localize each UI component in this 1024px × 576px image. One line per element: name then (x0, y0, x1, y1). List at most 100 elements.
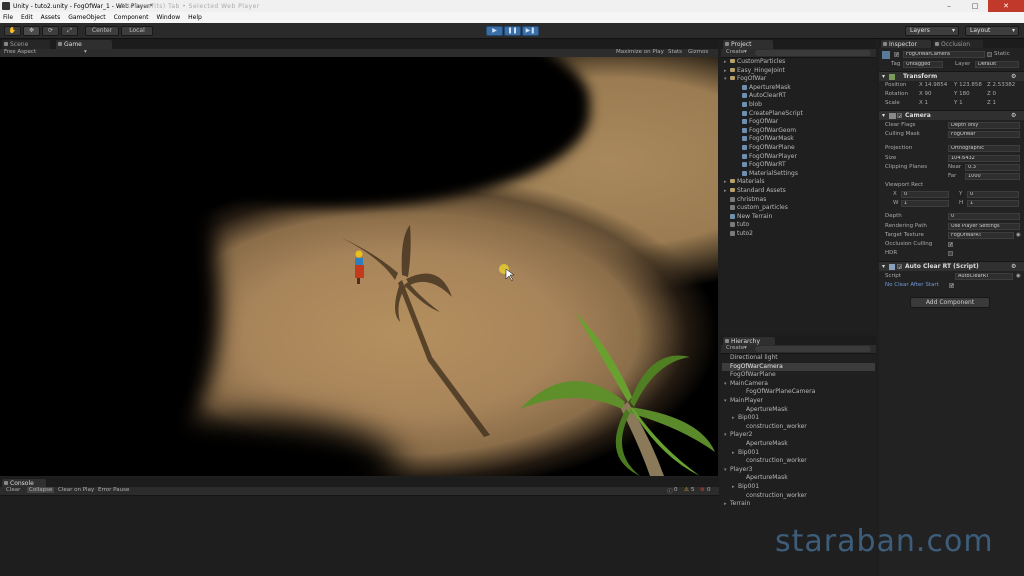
scale-y[interactable]: Y 1 (954, 99, 963, 108)
scale-z[interactable]: Z 1 (987, 99, 996, 108)
script-gear-icon[interactable]: ⚙ (1011, 262, 1016, 272)
camera-header[interactable]: ▾ Camera ⚙ (879, 110, 1024, 122)
move-tool-button[interactable]: ✥ (23, 26, 40, 36)
space-toggle[interactable]: Local (121, 26, 153, 36)
hierarchy-item[interactable]: FogOfWarCamera (722, 362, 875, 372)
projection-dropdown[interactable]: Orthographic (948, 145, 1020, 152)
project-item[interactable]: ▾ FogOfWar (722, 75, 875, 84)
hierarchy-item[interactable]: ▸ Bip001 (722, 449, 875, 458)
camera-gear-icon[interactable]: ⚙ (1011, 111, 1016, 121)
project-item[interactable]: tuto (722, 221, 875, 230)
autoclear-script-header[interactable]: ▾ Auto Clear RT (Script) ⚙ (879, 261, 1024, 273)
position-z[interactable]: Z 2.53382 (987, 81, 1015, 90)
console-clear-button[interactable]: Clear (6, 487, 20, 493)
script-field[interactable]: AutoClearRT (955, 273, 1013, 280)
near-field[interactable]: 0.3 (965, 164, 1020, 171)
scale-tool-button[interactable]: ⤢ (61, 26, 78, 36)
hierarchy-item[interactable]: ▾ Player2 (722, 431, 875, 440)
console-log-area[interactable] (0, 497, 719, 576)
project-item[interactable]: FogOfWarPlayer (722, 153, 875, 162)
layers-dropdown[interactable]: Layers (905, 26, 959, 36)
project-create-dropdown[interactable]: Create (726, 49, 744, 55)
project-item[interactable]: CreatePlaneScript (722, 110, 875, 119)
hierarchy-item[interactable]: ApertureMask (722, 440, 875, 449)
project-item[interactable]: New Terrain (722, 213, 875, 222)
hierarchy-item[interactable]: ▸ Terrain (722, 500, 875, 509)
project-item[interactable]: FogOfWarGeom (722, 127, 875, 136)
project-item[interactable]: FogOfWarPlane (722, 144, 875, 153)
tab-scene[interactable]: Scene (2, 40, 50, 49)
menu-file[interactable]: File (3, 14, 13, 21)
hierarchy-item[interactable]: ▾ MainPlayer (722, 397, 875, 406)
project-item[interactable]: christmas (722, 196, 875, 205)
project-item[interactable]: ApertureMask (722, 84, 875, 93)
hierarchy-item[interactable]: construction_worker (722, 457, 875, 466)
viewport-w-field[interactable]: 1 (901, 200, 949, 207)
position-x[interactable]: X 14.9854 (919, 81, 947, 90)
script-picker-icon[interactable]: ◉ (1016, 272, 1021, 281)
tag-dropdown[interactable]: Untagged (903, 61, 943, 68)
console-collapse-toggle[interactable]: Collapse (27, 487, 55, 493)
project-item[interactable]: FogOfWarMask (722, 135, 875, 144)
hand-tool-button[interactable]: ✋ (4, 26, 21, 36)
hierarchy-create-dropdown[interactable]: Create (726, 345, 744, 351)
hdr-checkbox[interactable] (948, 251, 953, 256)
position-y[interactable]: Y 123.858 (954, 81, 982, 90)
project-item[interactable]: ▸ CustomParticles (722, 58, 875, 67)
static-checkbox[interactable] (987, 52, 992, 57)
clear-flags-dropdown[interactable]: Depth only (948, 122, 1020, 129)
hierarchy-item[interactable]: ▾ Player3 (722, 466, 875, 475)
pivot-toggle[interactable]: Center (85, 26, 119, 36)
add-component-button[interactable]: Add Component (910, 297, 990, 308)
project-item[interactable]: tuto2 (722, 230, 875, 239)
rendering-path-dropdown[interactable]: Use Player Settings (948, 223, 1020, 230)
script-enabled-checkbox[interactable] (897, 263, 902, 273)
no-clear-checkbox[interactable] (949, 282, 954, 291)
rotation-z[interactable]: Z 0 (987, 90, 996, 99)
minimize-button[interactable]: – (936, 0, 962, 12)
project-item[interactable]: ▸ Easy_HingeJoint (722, 67, 875, 76)
project-item[interactable]: AutoClearRT (722, 92, 875, 101)
info-count-icon[interactable]: ⓘ (667, 487, 673, 495)
project-item[interactable]: blob (722, 101, 875, 110)
warning-count-icon[interactable]: ⚠ (684, 487, 689, 493)
close-button[interactable]: ✕ (988, 0, 1024, 12)
step-button[interactable]: ▶❚ (522, 26, 539, 36)
camera-enabled-checkbox[interactable] (897, 112, 902, 122)
rotate-tool-button[interactable]: ⟳ (42, 26, 59, 36)
target-texture-picker-icon[interactable]: ◉ (1016, 231, 1021, 240)
hierarchy-item[interactable]: construction_worker (722, 423, 875, 432)
console-clear-on-play-toggle[interactable]: Clear on Play (58, 487, 94, 493)
console-error-pause-toggle[interactable]: Error Pause (98, 487, 129, 493)
hierarchy-item[interactable]: Directional light (722, 354, 875, 363)
project-item[interactable]: FogOfWar (722, 118, 875, 127)
hierarchy-item[interactable]: FogOfWarPlane (722, 371, 875, 380)
transform-header[interactable]: ▾ Transform ⚙ (879, 71, 1024, 81)
scale-x[interactable]: X 1 (919, 99, 928, 108)
tab-game[interactable]: Game (56, 40, 112, 49)
project-item[interactable]: ▸ Materials (722, 178, 875, 187)
maximize-on-play-toggle[interactable]: Maximize on Play (616, 49, 664, 55)
tab-project[interactable]: Project (723, 40, 773, 49)
aspect-dropdown[interactable]: Free Aspect (4, 49, 36, 55)
game-viewport[interactable] (0, 57, 718, 476)
play-button[interactable]: ▶ (486, 26, 503, 36)
target-texture-field[interactable]: FogOfWarRT (948, 232, 1014, 239)
viewport-y-field[interactable]: 0 (967, 191, 1019, 198)
project-item[interactable]: FogOfWarRT (722, 161, 875, 170)
viewport-h-field[interactable]: 1 (967, 200, 1019, 207)
pause-button[interactable]: ❚❚ (504, 26, 521, 36)
hierarchy-item[interactable]: ▸ Bip001 (722, 483, 875, 492)
script-fold-icon[interactable]: ▾ (882, 262, 885, 272)
object-name-field[interactable]: FogOfWarCamera (903, 51, 985, 58)
stats-toggle[interactable]: Stats (668, 49, 682, 55)
object-active-checkbox[interactable] (894, 51, 899, 60)
size-field[interactable]: 104.6432 (948, 155, 1020, 162)
menu-component[interactable]: Component (114, 14, 149, 21)
rotation-x[interactable]: X 90 (919, 90, 932, 99)
layout-dropdown[interactable]: Layout (965, 26, 1019, 36)
project-item[interactable]: ▸ Standard Assets (722, 187, 875, 196)
gizmos-toggle[interactable]: Gizmos (688, 49, 708, 55)
hierarchy-item[interactable]: ▾ MainCamera (722, 380, 875, 389)
rotation-y[interactable]: Y 180 (954, 90, 970, 99)
